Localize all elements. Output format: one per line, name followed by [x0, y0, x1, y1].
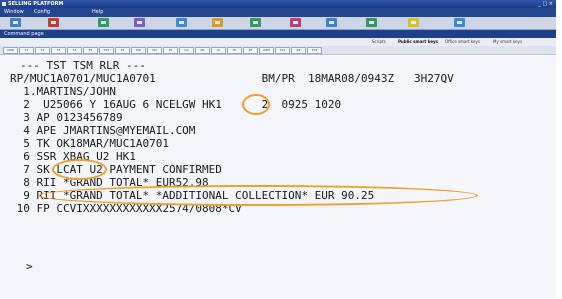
window-title: SELLING PLATFORM	[8, 1, 64, 7]
terminal-line: --- TST TSM RLR ---	[20, 59, 146, 72]
scripts-option[interactable]: Scripts	[372, 38, 386, 46]
app-window: SELLING PLATFORM _ □ × Window Config Hel…	[0, 0, 556, 299]
function-key[interactable]: DA	[179, 47, 194, 54]
terminal-line: 4 APE JMARTINS@MYEMAIL.COM	[10, 124, 196, 137]
toolbar-button-icon[interactable]	[454, 18, 465, 27]
toolbar-button-icon[interactable]	[408, 18, 419, 27]
function-key[interactable]: TK	[227, 47, 242, 54]
menu-config[interactable]: Config	[34, 8, 50, 17]
highlight-circle-sk-lcat	[52, 159, 107, 180]
toolbar-button-icon[interactable]	[98, 18, 109, 27]
function-key[interactable]: RT	[163, 47, 178, 54]
function-key[interactable]: F2	[35, 47, 50, 54]
title-bar: SELLING PLATFORM _ □ ×	[0, 0, 556, 8]
my-smart-keys-option[interactable]: My smart keys	[493, 38, 522, 46]
terminal-line: RP/MUC1A0701/MUC1A0701 BM/PR 18MAR08/094…	[10, 72, 454, 85]
function-key[interactable]: F1	[19, 47, 34, 54]
function-key[interactable]: TST	[99, 47, 114, 54]
terminal-line: 5 TK OK18MAR/MUC1A0701	[10, 137, 169, 150]
menu-bar: Window Config Help	[0, 8, 556, 17]
function-keys-bar: CMD F1 F2 F3 F4 F5 TST F6 MD MU RT DA ER IG TK RF ANM FXX…	[0, 46, 556, 55]
command-page-bar: Command page	[0, 30, 556, 38]
terminal-line: 7 SK LCAT U2 PAYMENT CONFIRMED	[10, 163, 222, 176]
menu-help[interactable]: Help	[92, 8, 103, 17]
terminal-screen[interactable]: --- TST TSM RLR --- RP/MUC1A0701/MUC1A07…	[0, 56, 556, 299]
window-controls[interactable]: _ □ ×	[538, 0, 553, 8]
function-key[interactable]: F5	[83, 47, 98, 54]
function-key[interactable]: MU	[147, 47, 162, 54]
function-key[interactable]: RF	[243, 47, 258, 54]
toolbar-button-icon[interactable]	[10, 18, 21, 27]
command-prompt[interactable]: >	[26, 260, 33, 273]
function-key[interactable]: F4	[67, 47, 82, 54]
public-smart-keys-option[interactable]: Public smart keys	[398, 38, 438, 46]
toolbar-button-icon[interactable]	[48, 18, 59, 27]
function-key[interactable]: MD	[131, 47, 146, 54]
terminal-line: 1.MARTINS/JOHN	[10, 85, 116, 98]
highlight-circle-hk1	[242, 94, 270, 115]
toolbar-button-icon[interactable]	[366, 18, 377, 27]
function-key[interactable]: IG	[211, 47, 226, 54]
function-key[interactable]: ANM	[259, 47, 274, 54]
app-icon	[2, 2, 6, 6]
command-page-label: Command page	[4, 31, 44, 37]
highlight-oval-additional-collection	[38, 185, 478, 206]
function-key[interactable]: FXX	[275, 47, 290, 54]
toolbar-button-icon[interactable]	[326, 18, 337, 27]
toolbar-button-icon[interactable]	[134, 18, 145, 27]
toolbar-button-icon[interactable]	[250, 18, 261, 27]
function-key[interactable]: ER	[195, 47, 210, 54]
terminal-line: 3 AP 0123456789	[10, 111, 123, 124]
office-smart-keys-option[interactable]: Office smart keys	[445, 38, 480, 46]
terminal-line: 2 U25066 Y 16AUG 6 NCELGW HK1 2 0925 102…	[10, 98, 342, 111]
toolbar-button-icon[interactable]	[212, 18, 223, 27]
menu-window[interactable]: Window	[4, 8, 24, 17]
function-key[interactable]: CMD	[3, 47, 18, 54]
function-key[interactable]: RE	[291, 47, 306, 54]
side-margin	[556, 0, 562, 299]
toolbar-button-icon[interactable]	[290, 18, 301, 27]
smart-keys-bar: Scripts Public smart keys Office smart k…	[0, 38, 556, 46]
toolbar-button-icon[interactable]	[176, 18, 187, 27]
function-key[interactable]: FXP	[307, 47, 322, 54]
function-key[interactable]: F3	[51, 47, 66, 54]
function-key[interactable]: F6	[115, 47, 130, 54]
toolbar	[0, 17, 556, 30]
